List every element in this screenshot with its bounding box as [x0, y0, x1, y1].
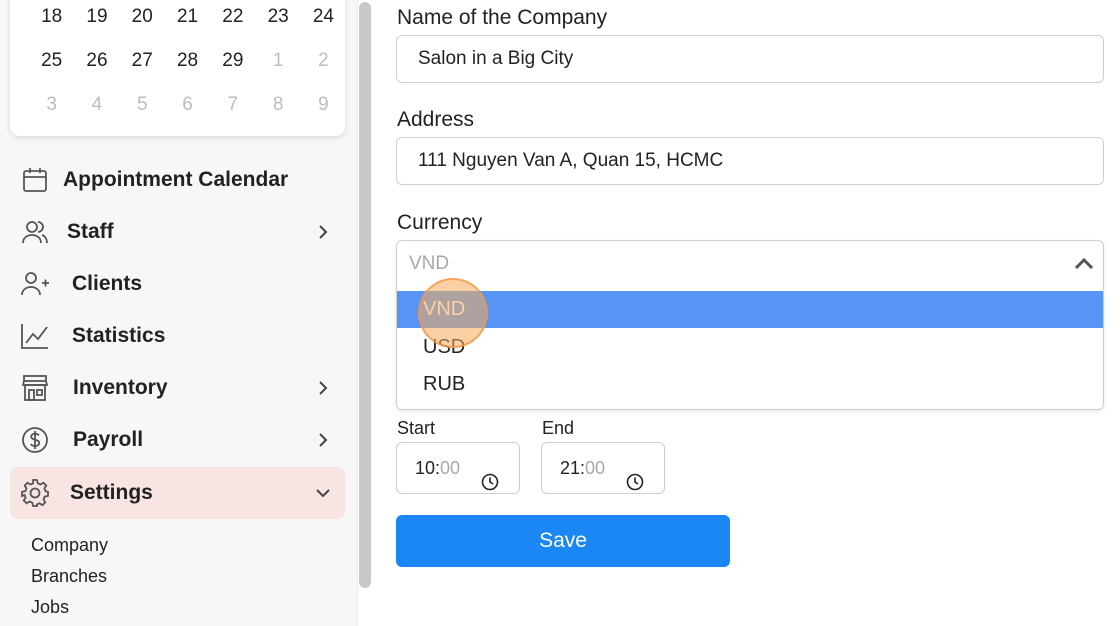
address-input[interactable]: 111 Nguyen Van A, Quan 15, HCMC: [396, 137, 1104, 185]
calendar-day[interactable]: 26: [74, 50, 119, 72]
sidebar-item-label: Payroll: [73, 428, 144, 451]
sidebar-item-label: Inventory: [73, 376, 168, 399]
start-hours: 10: [415, 458, 436, 478]
calendar-day[interactable]: 29: [210, 50, 255, 72]
end-minutes: 00: [585, 458, 606, 478]
sidebar-item-statistics[interactable]: Statistics: [10, 310, 345, 362]
calendar-week-3: 3 4 5 6 7 8 9: [29, 94, 346, 116]
staff-icon: [20, 217, 50, 247]
currency-selected-value: VND: [409, 253, 450, 274]
company-name-input[interactable]: Salon in a Big City: [396, 35, 1104, 83]
end-time-label: End: [542, 418, 575, 438]
chart-icon: [20, 321, 50, 351]
clock-icon[interactable]: [626, 460, 644, 491]
calendar-week-1: 18 19 20 21 22 23 24: [29, 6, 346, 28]
sidebar-item-label: Appointment Calendar: [63, 168, 289, 191]
calendar-day[interactable]: 22: [210, 6, 255, 28]
currency-option-vnd[interactable]: VND: [397, 291, 1103, 328]
calendar-day[interactable]: 5: [120, 94, 165, 116]
sidebar-item-clients[interactable]: Clients: [10, 258, 345, 310]
start-time-input[interactable]: 10:00: [396, 442, 520, 494]
calendar-day[interactable]: 23: [255, 6, 300, 28]
start-time-label: Start: [397, 418, 436, 438]
chevron-right-icon: [315, 432, 331, 448]
sidebar-item-payroll[interactable]: Payroll: [10, 414, 345, 466]
chevron-down-icon: [315, 485, 331, 501]
store-icon: [20, 373, 50, 403]
clock-icon[interactable]: [481, 460, 499, 491]
save-button[interactable]: Save: [396, 515, 730, 567]
sidebar: 18 19 20 21 22 23 24 25 26 27 28 29 1 2 …: [0, 0, 358, 626]
start-minutes: 00: [440, 458, 461, 478]
currency-label: Currency: [397, 211, 483, 234]
currency-select[interactable]: VND VND USD RUB: [396, 240, 1104, 410]
submenu-item-branches[interactable]: Branches: [31, 566, 107, 587]
sidebar-item-staff[interactable]: Staff: [10, 206, 345, 258]
sidebar-scrollbar[interactable]: [359, 2, 371, 588]
sidebar-item-settings[interactable]: Settings: [10, 467, 345, 519]
gear-icon: [20, 478, 50, 508]
address-label: Address: [397, 108, 475, 131]
calendar-day[interactable]: 9: [301, 94, 346, 116]
end-time-input[interactable]: 21:00: [541, 442, 665, 494]
sidebar-item-label: Clients: [72, 272, 143, 295]
calendar-day[interactable]: 1: [255, 50, 300, 72]
calendar-day[interactable]: 18: [29, 6, 74, 28]
add-user-icon: [20, 269, 50, 299]
calendar-day[interactable]: 28: [165, 50, 210, 72]
sidebar-item-label: Staff: [67, 220, 114, 243]
calendar-day[interactable]: 4: [74, 94, 119, 116]
chevron-up-icon[interactable]: [1073, 255, 1095, 271]
calendar-day[interactable]: 2: [301, 50, 346, 72]
end-hours: 21: [560, 458, 581, 478]
calendar-day[interactable]: 3: [29, 94, 74, 116]
calendar-day[interactable]: 27: [120, 50, 165, 72]
calendar-day[interactable]: 19: [74, 6, 119, 28]
submenu-item-jobs[interactable]: Jobs: [31, 597, 69, 618]
calendar-day[interactable]: 7: [210, 94, 255, 116]
chevron-right-icon: [315, 380, 331, 396]
sidebar-item-label: Settings: [70, 481, 153, 504]
sidebar-item-inventory[interactable]: Inventory: [10, 362, 345, 414]
currency-option-rub[interactable]: RUB: [397, 366, 1103, 403]
sidebar-item-label: Statistics: [72, 324, 166, 347]
calendar-icon: [20, 165, 50, 195]
calendar-day[interactable]: 21: [165, 6, 210, 28]
sidebar-item-appointment-calendar[interactable]: Appointment Calendar: [10, 154, 345, 206]
calendar-day[interactable]: 24: [301, 6, 346, 28]
calendar-day[interactable]: 20: [120, 6, 165, 28]
calendar-day[interactable]: 8: [255, 94, 300, 116]
currency-option-usd[interactable]: USD: [397, 329, 1103, 366]
calendar-day[interactable]: 25: [29, 50, 74, 72]
submenu-item-company[interactable]: Company: [31, 535, 108, 556]
dollar-icon: [20, 425, 50, 455]
calendar-week-2: 25 26 27 28 29 1 2: [29, 50, 346, 72]
chevron-right-icon: [315, 224, 331, 240]
calendar-day[interactable]: 6: [165, 94, 210, 116]
company-name-label: Name of the Company: [397, 6, 608, 29]
mini-calendar: 18 19 20 21 22 23 24 25 26 27 28 29 1 2 …: [10, 0, 345, 136]
